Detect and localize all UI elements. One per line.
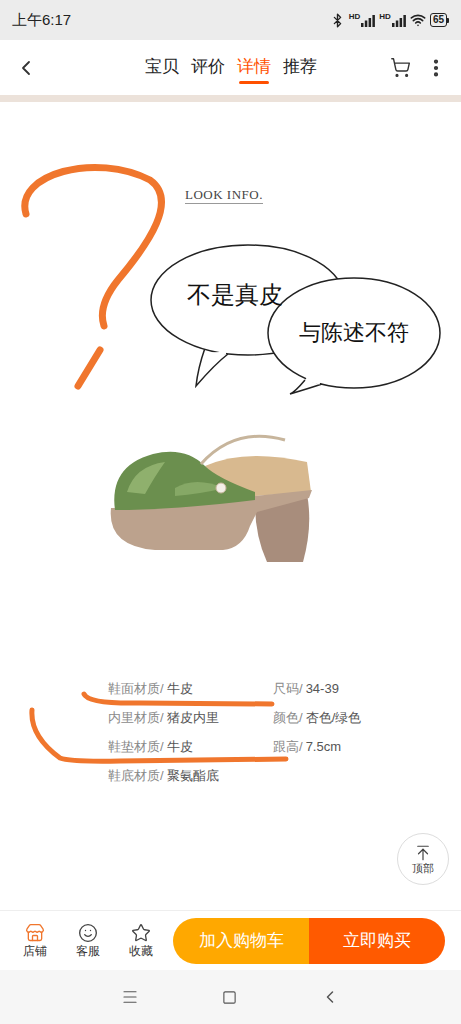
detail-content: LOOK INFO.鞋面材质/牛皮内里材质/猪皮内里鞋垫材质/牛皮鞋底材质/聚氨… (0, 102, 461, 910)
wifi-icon (410, 12, 426, 28)
home-icon[interactable] (222, 990, 237, 1005)
spec-value: 杏色/绿色 (306, 708, 362, 728)
spec-label: 颜色/ (273, 708, 303, 728)
spec-label: 跟高/ (273, 737, 303, 757)
spec-label: 鞋底材质/ (108, 766, 164, 786)
spec-value: 聚氨酯底 (167, 766, 219, 786)
spec-column: 鞋面材质/牛皮内里材质/猪皮内里鞋垫材质/牛皮鞋底材质/聚氨酯底 (108, 674, 273, 790)
arrow-up-icon (414, 844, 432, 862)
bluetooth-icon (330, 13, 345, 28)
spec-value: 34-39 (306, 679, 339, 699)
status-time: 上午6:17 (12, 9, 71, 32)
star-icon (131, 923, 151, 943)
add-to-cart-button[interactable]: 加入购物车 (173, 918, 309, 964)
tab[interactable]: 推荐 (283, 52, 317, 84)
cart-icon[interactable] (390, 57, 411, 78)
signal-icon (361, 15, 375, 27)
battery-level: 65 (433, 15, 444, 25)
spec-row: 尺码/34-39 (273, 674, 361, 703)
spec-row: 跟高/7.5cm (273, 732, 361, 761)
annotation-drawing (0, 102, 461, 402)
tab[interactable]: 宝贝 (145, 52, 179, 84)
menu-icon[interactable] (121, 988, 139, 1006)
spec-row: 颜色/杏色/绿色 (273, 703, 361, 732)
system-nav-bar (0, 970, 461, 1024)
signal-indicator: HD (349, 13, 376, 27)
store-icon (25, 923, 45, 943)
signal-indicator: HD (379, 13, 406, 27)
spec-row: 鞋面材质/牛皮 (108, 674, 273, 703)
bottom-action[interactable]: 收藏 (114, 923, 167, 959)
underline-annotation (0, 674, 461, 794)
shoe-photo (105, 396, 320, 566)
signal-label: HD (379, 13, 391, 21)
speech-bubble-text: 不是真皮 (187, 282, 283, 308)
speech-bubble-text: 与陈述不符 (299, 320, 409, 346)
buy-now-button[interactable]: 立即购买 (309, 918, 445, 964)
signal-icon (392, 15, 406, 27)
status-bar: 上午6:17 HD HD 65 (0, 0, 461, 40)
spec-row: 鞋垫材质/牛皮 (108, 732, 273, 761)
spec-row: 内里材质/猪皮内里 (108, 703, 273, 732)
spec-column: 尺码/34-39颜色/杏色/绿色跟高/7.5cm (273, 674, 361, 790)
spec-value: 牛皮 (167, 679, 193, 699)
bottom-bar: 店铺客服收藏加入购物车立即购买 (0, 910, 461, 970)
battery: 65 (430, 13, 449, 27)
more-icon[interactable] (425, 57, 447, 79)
tab[interactable]: 评价 (191, 52, 225, 84)
purchase-buttons: 加入购物车立即购买 (173, 918, 445, 964)
bottom-action[interactable]: 店铺 (8, 923, 61, 959)
signal-label: HD (349, 13, 361, 21)
nav-bar: 宝贝评价详情推荐 (0, 40, 461, 95)
tab[interactable]: 详情 (237, 52, 271, 84)
spec-label: 内里材质/ (108, 708, 164, 728)
service-icon (78, 923, 98, 943)
scroll-top-button[interactable]: 顶部 (397, 833, 449, 885)
divider-strip (0, 95, 461, 102)
spec-value: 牛皮 (167, 737, 193, 757)
spec-value: 7.5cm (306, 737, 341, 757)
spec-label: 鞋面材质/ (108, 679, 164, 699)
look-info-heading: LOOK INFO. (185, 187, 263, 204)
spec-label: 鞋垫材质/ (108, 737, 164, 757)
bottom-action[interactable]: 客服 (61, 923, 114, 959)
tab-bar: 宝贝评价详情推荐 (102, 52, 360, 84)
back-icon[interactable] (14, 56, 38, 80)
spec-value: 猪皮内里 (167, 708, 219, 728)
spec-label: 尺码/ (273, 679, 303, 699)
back-nav-icon[interactable] (320, 987, 340, 1007)
app: 上午6:17HDHD65宝贝评价详情推荐LOOK INFO.鞋面材质/牛皮内里材… (0, 0, 461, 1024)
spec-table: 鞋面材质/牛皮内里材质/猪皮内里鞋垫材质/牛皮鞋底材质/聚氨酯底尺码/34-39… (0, 674, 461, 790)
spec-row: 鞋底材质/聚氨酯底 (108, 761, 273, 790)
